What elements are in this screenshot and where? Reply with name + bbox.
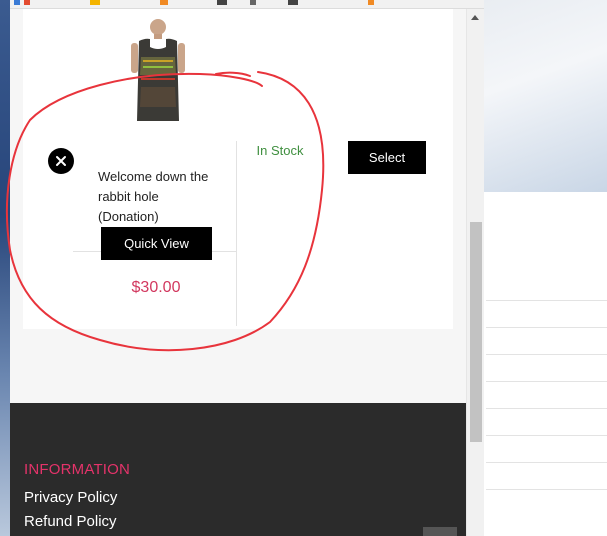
side-panel-lines bbox=[486, 300, 607, 536]
product-price: $30.00 bbox=[131, 279, 181, 296]
bookmarks-bar bbox=[10, 0, 484, 9]
product-name[interactable]: Welcome down the rabbit hole (Donation) bbox=[98, 167, 218, 227]
desktop-background-left bbox=[0, 0, 10, 536]
bookmark-icon[interactable] bbox=[24, 0, 30, 5]
bookmark-icon[interactable] bbox=[368, 0, 374, 5]
select-button[interactable]: Select bbox=[348, 141, 426, 174]
privacy-policy-link[interactable]: Privacy Policy bbox=[24, 489, 117, 506]
product-image[interactable] bbox=[123, 17, 193, 127]
bookmark-icon[interactable] bbox=[217, 0, 227, 5]
web-page: Welcome down the rabbit hole (Donation) … bbox=[10, 9, 466, 536]
bookmark-icon[interactable] bbox=[14, 0, 20, 5]
desktop-background-right bbox=[484, 0, 607, 192]
quick-view-button[interactable]: Quick View bbox=[101, 227, 212, 260]
site-footer: INFORMATION Privacy Policy Refund Policy bbox=[10, 403, 466, 536]
refund-policy-link[interactable]: Refund Policy bbox=[24, 513, 117, 530]
back-to-top-button[interactable] bbox=[423, 527, 457, 536]
bookmark-icon[interactable] bbox=[160, 0, 168, 5]
bookmark-icon[interactable] bbox=[288, 0, 298, 5]
scrollbar[interactable] bbox=[466, 9, 484, 536]
column-divider bbox=[236, 141, 237, 326]
cart-item-card: Welcome down the rabbit hole (Donation) … bbox=[23, 9, 453, 329]
remove-item-button[interactable] bbox=[48, 148, 74, 174]
scroll-up-arrow-icon[interactable] bbox=[471, 15, 479, 20]
browser-window: Welcome down the rabbit hole (Donation) … bbox=[10, 0, 484, 536]
scrollbar-thumb[interactable] bbox=[470, 222, 482, 442]
footer-heading: INFORMATION bbox=[24, 461, 131, 478]
bookmark-icon[interactable] bbox=[90, 0, 100, 5]
bookmark-icon[interactable] bbox=[250, 0, 256, 5]
stock-status: In Stock bbox=[256, 143, 304, 158]
close-icon bbox=[56, 156, 66, 166]
